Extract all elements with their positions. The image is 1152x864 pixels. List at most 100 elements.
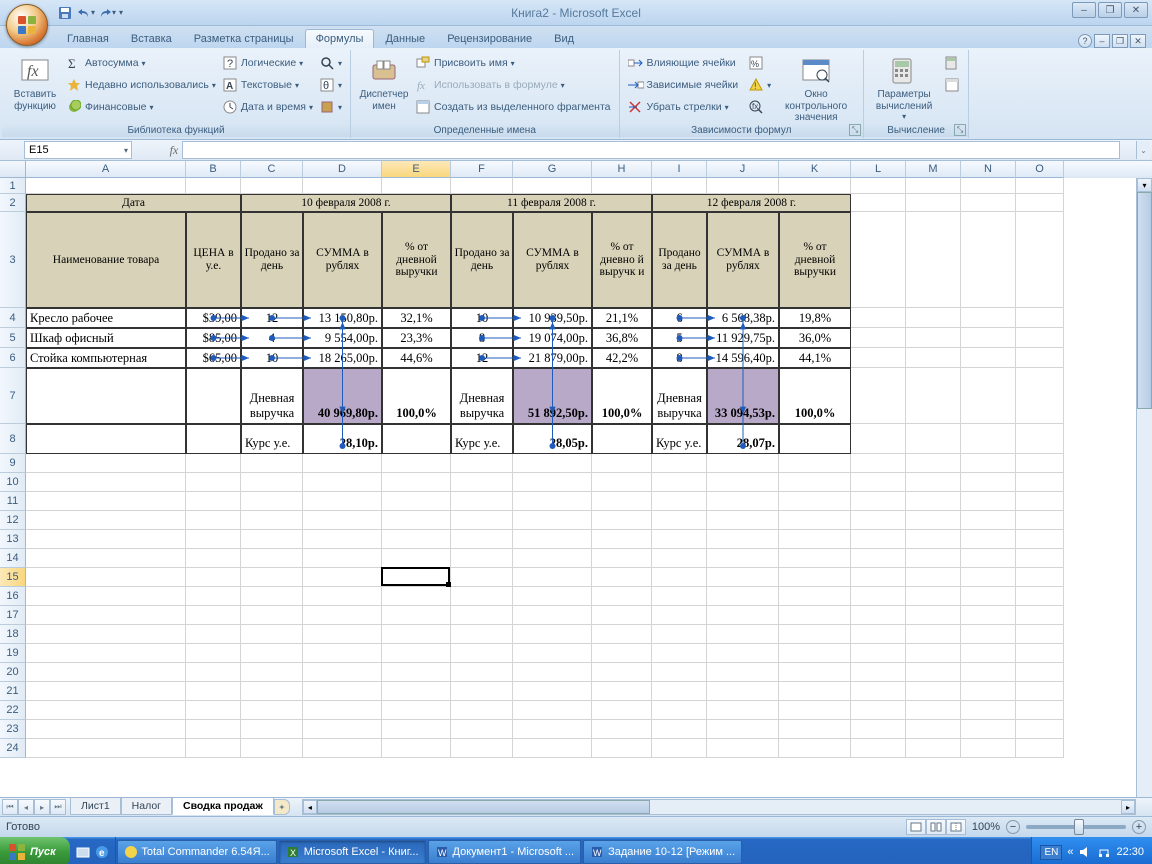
select-all-corner[interactable]	[0, 161, 26, 178]
cell[interactable]	[652, 739, 707, 758]
cell[interactable]	[451, 568, 513, 587]
cell[interactable]	[652, 625, 707, 644]
cell[interactable]: Курс у.е.	[241, 424, 303, 454]
cell[interactable]: 18 265,00р.	[303, 348, 382, 368]
cell[interactable]	[26, 625, 186, 644]
cell[interactable]	[652, 720, 707, 739]
cell[interactable]	[1016, 644, 1064, 663]
cell[interactable]	[186, 492, 241, 511]
cell[interactable]	[779, 644, 851, 663]
text-button[interactable]: AТекстовые▾	[219, 74, 316, 96]
cell[interactable]	[652, 454, 707, 473]
dialog-launcher-icon[interactable]: ⤡	[849, 124, 861, 136]
cell[interactable]	[303, 739, 382, 758]
cell[interactable]	[186, 178, 241, 194]
ribbon-tab-3[interactable]: Формулы	[305, 29, 375, 48]
cell[interactable]: Стойка компьютерная	[26, 348, 186, 368]
cell[interactable]	[779, 424, 851, 454]
cell[interactable]	[26, 473, 186, 492]
cell[interactable]	[961, 328, 1016, 348]
cell[interactable]	[851, 348, 906, 368]
cell[interactable]	[451, 663, 513, 682]
cell[interactable]	[186, 473, 241, 492]
cell[interactable]	[303, 606, 382, 625]
cell[interactable]: 21 879,00р.	[513, 348, 592, 368]
cell[interactable]: 11 февраля 2008 г.	[451, 194, 652, 212]
ribbon-tab-2[interactable]: Разметка страницы	[183, 29, 305, 48]
cell[interactable]	[382, 549, 451, 568]
cell[interactable]	[906, 212, 961, 308]
cell[interactable]: 10	[451, 308, 513, 328]
cell[interactable]: Дневная выручка	[652, 368, 707, 424]
cell[interactable]	[1016, 194, 1064, 212]
cell[interactable]	[303, 720, 382, 739]
cell[interactable]	[779, 511, 851, 530]
cell[interactable]	[513, 549, 592, 568]
cell[interactable]	[26, 720, 186, 739]
cell[interactable]: 28,07р.	[707, 424, 779, 454]
cell[interactable]	[451, 587, 513, 606]
cell[interactable]	[851, 625, 906, 644]
cell[interactable]	[652, 644, 707, 663]
cell[interactable]	[186, 663, 241, 682]
cell[interactable]: Шкаф офисный	[26, 328, 186, 348]
fx-button-icon[interactable]: fx	[150, 143, 178, 158]
cell[interactable]	[906, 492, 961, 511]
cell[interactable]: 14 596,40р.	[707, 348, 779, 368]
cell[interactable]: 44,6%	[382, 348, 451, 368]
row-header[interactable]: 11	[0, 492, 26, 511]
cell[interactable]: 100,0%	[779, 368, 851, 424]
cell[interactable]	[592, 454, 652, 473]
cell[interactable]	[652, 701, 707, 720]
cell[interactable]	[961, 178, 1016, 194]
cell[interactable]: Кресло рабочее	[26, 308, 186, 328]
prev-sheet-button[interactable]: ◂	[18, 799, 34, 815]
cell[interactable]: 8	[652, 348, 707, 368]
zoom-slider[interactable]	[1026, 825, 1126, 829]
cell[interactable]	[592, 663, 652, 682]
cell[interactable]	[906, 308, 961, 328]
cell[interactable]	[513, 530, 592, 549]
cell[interactable]	[851, 492, 906, 511]
ribbon-tab-5[interactable]: Рецензирование	[436, 29, 543, 48]
cell[interactable]	[906, 368, 961, 424]
cell[interactable]	[241, 492, 303, 511]
cell[interactable]	[707, 625, 779, 644]
row-header[interactable]: 18	[0, 625, 26, 644]
cell[interactable]: % от дневной выручки	[779, 212, 851, 308]
cell[interactable]	[186, 701, 241, 720]
cell[interactable]	[513, 511, 592, 530]
cell[interactable]	[906, 663, 961, 682]
cell[interactable]	[779, 663, 851, 682]
cell[interactable]	[707, 568, 779, 587]
cell[interactable]	[961, 549, 1016, 568]
dialog-launcher-calc-icon[interactable]: ⤡	[954, 124, 966, 136]
cell[interactable]	[186, 511, 241, 530]
cell[interactable]	[303, 701, 382, 720]
cell[interactable]	[241, 663, 303, 682]
cell[interactable]	[186, 424, 241, 454]
cell[interactable]	[1016, 212, 1064, 308]
cell[interactable]	[1016, 492, 1064, 511]
logical-button[interactable]: ?Логические▾	[219, 52, 316, 74]
sheet-tab[interactable]: Лист1	[70, 798, 121, 815]
cell[interactable]	[779, 701, 851, 720]
cell[interactable]	[707, 454, 779, 473]
cell[interactable]	[382, 644, 451, 663]
last-sheet-button[interactable]: ⏭	[50, 799, 66, 815]
cell[interactable]	[592, 606, 652, 625]
row-header[interactable]: 22	[0, 701, 26, 720]
cell[interactable]	[652, 511, 707, 530]
cell[interactable]	[652, 530, 707, 549]
cell[interactable]	[906, 549, 961, 568]
cell[interactable]	[961, 644, 1016, 663]
cell[interactable]	[592, 424, 652, 454]
cell[interactable]: Дневная выручка	[451, 368, 513, 424]
cell[interactable]	[851, 194, 906, 212]
cell[interactable]	[241, 473, 303, 492]
cell[interactable]: 28,10р.	[303, 424, 382, 454]
expand-formula-bar-icon[interactable]: ⌄	[1136, 141, 1150, 159]
cell[interactable]: Курс у.е.	[451, 424, 513, 454]
cell[interactable]	[652, 492, 707, 511]
trace-precedents-button[interactable]: Влияющие ячейки	[625, 52, 742, 74]
